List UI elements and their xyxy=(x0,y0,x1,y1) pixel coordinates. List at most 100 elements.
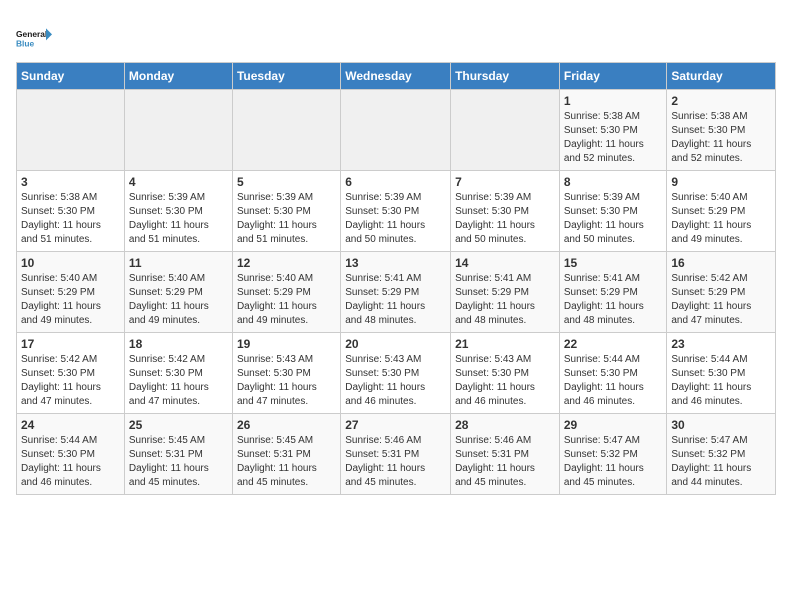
header-tuesday: Tuesday xyxy=(232,63,340,90)
calendar-week-4: 17 Sunrise: 5:42 AM Sunset: 5:30 PM Dayli… xyxy=(17,333,776,414)
calendar-cell: 2Sunrise: 5:38 AM Sunset: 5:30 PM Daylig… xyxy=(667,90,776,171)
day-info: Sunrise: 5:44 AM Sunset: 5:30 PM Dayligh… xyxy=(21,434,120,490)
calendar-cell xyxy=(341,90,451,171)
day-info: Sunrise: 5:41 AM Sunset: 5:29 PM Dayligh… xyxy=(345,272,446,328)
day-info: Sunrise: 5:40 AM Sunset: 5:29 PM Dayligh… xyxy=(129,272,228,328)
day-number: 25 xyxy=(129,418,228,432)
calendar-week-5: 24 Sunrise: 5:44 AM Sunset: 5:30 PM Dayli… xyxy=(17,414,776,495)
calendar-cell: 23Sunrise: 5:44 AM Sunset: 5:30 PM Dayli… xyxy=(667,333,776,414)
day-info: Sunrise: 5:43 AM Sunset: 5:30 PM Dayligh… xyxy=(345,353,446,409)
calendar-week-2: 3 Sunrise: 5:38 AM Sunset: 5:30 PM Daylig… xyxy=(17,171,776,252)
day-number: 5 xyxy=(237,175,336,189)
calendar-cell: 9 Sunrise: 5:40 AM Sunset: 5:29 PM Daylig… xyxy=(667,171,776,252)
calendar-cell: 26 Sunrise: 5:45 AM Sunset: 5:31 PM Dayli… xyxy=(232,414,340,495)
day-number: 24 xyxy=(21,418,120,432)
day-info: Sunrise: 5:46 AM Sunset: 5:31 PM Dayligh… xyxy=(345,434,446,490)
logo: General Blue xyxy=(16,20,136,56)
day-info: Sunrise: 5:40 AM Sunset: 5:29 PM Dayligh… xyxy=(671,191,771,247)
svg-text:General: General xyxy=(16,29,47,39)
day-number: 17 xyxy=(21,337,120,351)
calendar-cell: 7 Sunrise: 5:39 AM Sunset: 5:30 PM Daylig… xyxy=(451,171,560,252)
day-info: Sunrise: 5:39 AM Sunset: 5:30 PM Dayligh… xyxy=(455,191,555,247)
calendar-cell: 30 Sunrise: 5:47 AM Sunset: 5:32 PM Dayli… xyxy=(667,414,776,495)
calendar-cell: 1 Sunrise: 5:38 AM Sunset: 5:30 PM Daylig… xyxy=(559,90,667,171)
day-number: 4 xyxy=(129,175,228,189)
day-info: Sunrise: 5:38 AM Sunset: 5:30 PM Dayligh… xyxy=(564,110,663,166)
calendar-cell: 15 Sunrise: 5:41 AM Sunset: 5:29 PM Dayli… xyxy=(559,252,667,333)
calendar-cell: 28 Sunrise: 5:46 AM Sunset: 5:31 PM Dayli… xyxy=(451,414,560,495)
header-thursday: Thursday xyxy=(451,63,560,90)
day-number: 6 xyxy=(345,175,446,189)
day-info: Sunrise: 5:42 AM Sunset: 5:30 PM Dayligh… xyxy=(21,353,120,409)
day-number: 12 xyxy=(237,256,336,270)
calendar-cell: 17 Sunrise: 5:42 AM Sunset: 5:30 PM Dayli… xyxy=(17,333,125,414)
calendar-table: SundayMondayTuesdayWednesdayThursdayFrid… xyxy=(16,62,776,495)
calendar-cell xyxy=(17,90,125,171)
day-number: 23 xyxy=(671,337,771,351)
day-number: 28 xyxy=(455,418,555,432)
calendar-cell: 3 Sunrise: 5:38 AM Sunset: 5:30 PM Daylig… xyxy=(17,171,125,252)
day-info: Sunrise: 5:39 AM Sunset: 5:30 PM Dayligh… xyxy=(564,191,663,247)
calendar-cell: 18 Sunrise: 5:42 AM Sunset: 5:30 PM Dayli… xyxy=(124,333,232,414)
day-info: Sunrise: 5:40 AM Sunset: 5:29 PM Dayligh… xyxy=(21,272,120,328)
calendar-cell xyxy=(124,90,232,171)
day-number: 11 xyxy=(129,256,228,270)
calendar-cell: 11 Sunrise: 5:40 AM Sunset: 5:29 PM Dayli… xyxy=(124,252,232,333)
day-number: 27 xyxy=(345,418,446,432)
day-number: 16 xyxy=(671,256,771,270)
day-info: Sunrise: 5:41 AM Sunset: 5:29 PM Dayligh… xyxy=(455,272,555,328)
day-number: 7 xyxy=(455,175,555,189)
day-number: 8 xyxy=(564,175,663,189)
day-info: Sunrise: 5:45 AM Sunset: 5:31 PM Dayligh… xyxy=(237,434,336,490)
day-info: Sunrise: 5:39 AM Sunset: 5:30 PM Dayligh… xyxy=(237,191,336,247)
day-info: Sunrise: 5:46 AM Sunset: 5:31 PM Dayligh… xyxy=(455,434,555,490)
day-info: Sunrise: 5:42 AM Sunset: 5:29 PM Dayligh… xyxy=(671,272,771,328)
day-info: Sunrise: 5:47 AM Sunset: 5:32 PM Dayligh… xyxy=(564,434,663,490)
calendar-cell: 10 Sunrise: 5:40 AM Sunset: 5:29 PM Dayli… xyxy=(17,252,125,333)
day-info: Sunrise: 5:47 AM Sunset: 5:32 PM Dayligh… xyxy=(671,434,771,490)
header-monday: Monday xyxy=(124,63,232,90)
calendar-cell: 24 Sunrise: 5:44 AM Sunset: 5:30 PM Dayli… xyxy=(17,414,125,495)
day-number: 1 xyxy=(564,94,663,108)
calendar-cell: 29 Sunrise: 5:47 AM Sunset: 5:32 PM Dayli… xyxy=(559,414,667,495)
day-info: Sunrise: 5:43 AM Sunset: 5:30 PM Dayligh… xyxy=(455,353,555,409)
day-number: 22 xyxy=(564,337,663,351)
calendar-cell: 20Sunrise: 5:43 AM Sunset: 5:30 PM Dayli… xyxy=(341,333,451,414)
day-info: Sunrise: 5:43 AM Sunset: 5:30 PM Dayligh… xyxy=(237,353,336,409)
day-info: Sunrise: 5:39 AM Sunset: 5:30 PM Dayligh… xyxy=(345,191,446,247)
header: General Blue xyxy=(16,16,776,56)
calendar-header-row: SundayMondayTuesdayWednesdayThursdayFrid… xyxy=(17,63,776,90)
day-info: Sunrise: 5:38 AM Sunset: 5:30 PM Dayligh… xyxy=(671,110,771,166)
calendar-cell: 5 Sunrise: 5:39 AM Sunset: 5:30 PM Daylig… xyxy=(232,171,340,252)
calendar-cell: 12 Sunrise: 5:40 AM Sunset: 5:29 PM Dayli… xyxy=(232,252,340,333)
day-number: 10 xyxy=(21,256,120,270)
header-sunday: Sunday xyxy=(17,63,125,90)
day-info: Sunrise: 5:41 AM Sunset: 5:29 PM Dayligh… xyxy=(564,272,663,328)
calendar-cell: 6 Sunrise: 5:39 AM Sunset: 5:30 PM Daylig… xyxy=(341,171,451,252)
calendar-cell: 27 Sunrise: 5:46 AM Sunset: 5:31 PM Dayli… xyxy=(341,414,451,495)
calendar-week-3: 10 Sunrise: 5:40 AM Sunset: 5:29 PM Dayli… xyxy=(17,252,776,333)
day-info: Sunrise: 5:38 AM Sunset: 5:30 PM Dayligh… xyxy=(21,191,120,247)
day-info: Sunrise: 5:42 AM Sunset: 5:30 PM Dayligh… xyxy=(129,353,228,409)
calendar-week-1: 1 Sunrise: 5:38 AM Sunset: 5:30 PM Daylig… xyxy=(17,90,776,171)
day-number: 26 xyxy=(237,418,336,432)
header-saturday: Saturday xyxy=(667,63,776,90)
day-number: 19 xyxy=(237,337,336,351)
header-friday: Friday xyxy=(559,63,667,90)
calendar-cell: 22 Sunrise: 5:44 AM Sunset: 5:30 PM Dayli… xyxy=(559,333,667,414)
calendar-cell: 4Sunrise: 5:39 AM Sunset: 5:30 PM Daylig… xyxy=(124,171,232,252)
day-number: 9 xyxy=(671,175,771,189)
day-number: 29 xyxy=(564,418,663,432)
day-number: 18 xyxy=(129,337,228,351)
day-number: 21 xyxy=(455,337,555,351)
day-number: 15 xyxy=(564,256,663,270)
calendar-cell xyxy=(451,90,560,171)
day-number: 3 xyxy=(21,175,120,189)
calendar-cell: 13 Sunrise: 5:41 AM Sunset: 5:29 PM Dayli… xyxy=(341,252,451,333)
day-number: 30 xyxy=(671,418,771,432)
calendar-cell: 25Sunrise: 5:45 AM Sunset: 5:31 PM Dayli… xyxy=(124,414,232,495)
day-info: Sunrise: 5:40 AM Sunset: 5:29 PM Dayligh… xyxy=(237,272,336,328)
calendar-cell: 19 Sunrise: 5:43 AM Sunset: 5:30 PM Dayli… xyxy=(232,333,340,414)
day-info: Sunrise: 5:44 AM Sunset: 5:30 PM Dayligh… xyxy=(564,353,663,409)
day-number: 13 xyxy=(345,256,446,270)
